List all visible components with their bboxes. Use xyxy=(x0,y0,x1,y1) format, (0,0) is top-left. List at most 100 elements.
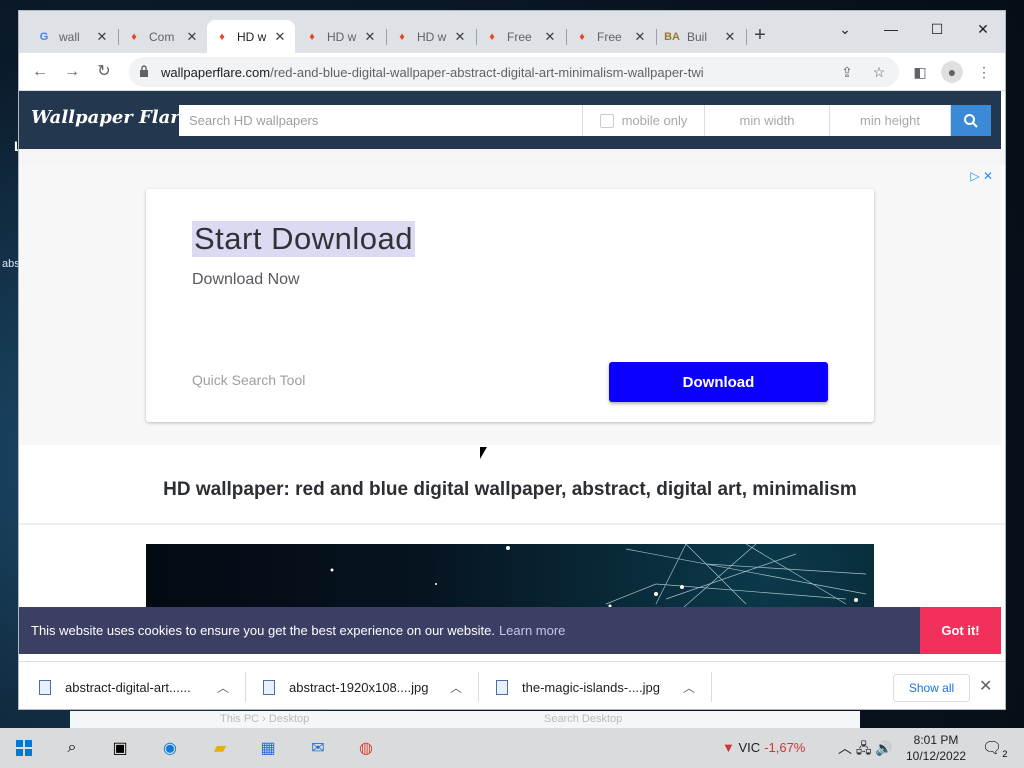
tab-3[interactable]: ♦ HD w ✕ xyxy=(297,20,385,53)
tab-title: HD w xyxy=(327,29,357,44)
cookie-message: This website uses cookies to ensure you … xyxy=(31,623,565,638)
tab-4[interactable]: ♦ HD w ✕ xyxy=(387,20,475,53)
close-tab-icon[interactable]: ✕ xyxy=(543,29,557,45)
tab-5[interactable]: ♦ Free ✕ xyxy=(477,20,565,53)
flame-icon: ♦ xyxy=(579,30,585,43)
system-tray[interactable]: ︿ 🖧 🔊 xyxy=(838,738,893,762)
site-logo[interactable]: Wallpaper Flare xyxy=(31,107,191,128)
tab-title: Buil xyxy=(687,29,708,44)
search-icon xyxy=(964,113,978,128)
url-host: wallpaperflare.com xyxy=(161,65,271,80)
address-bar[interactable]: wallpaperflare.com/red-and-blue-digital-… xyxy=(129,57,899,87)
close-window-button[interactable]: ✕ xyxy=(971,17,995,41)
tab-title: wall xyxy=(59,29,80,44)
close-tab-icon[interactable]: ✕ xyxy=(453,29,467,45)
chevron-up-icon[interactable]: ︿ xyxy=(683,679,695,696)
site-header: Wallpaper Flare Search HD wallpapers mob… xyxy=(19,91,1001,149)
trend-icon: ▼ xyxy=(722,740,735,755)
advertisement: ▷ ✕ Start Download Download Now Quick Se… xyxy=(19,165,1001,445)
stock-symbol: VIC xyxy=(738,740,761,755)
search-icon[interactable]: ⌕ xyxy=(60,736,84,760)
search-button[interactable] xyxy=(951,105,991,136)
accept-cookies-button[interactable]: Got it! xyxy=(920,607,1001,654)
profile-avatar-icon[interactable]: ● xyxy=(941,61,963,83)
checkbox-icon[interactable] xyxy=(599,113,614,128)
ad-card[interactable]: Start Download Download Now Quick Search… xyxy=(146,189,874,422)
tab-2-active[interactable]: ♦ HD w ✕ xyxy=(207,20,295,53)
image-file-icon xyxy=(39,679,51,695)
download-item-2[interactable]: the-magic-islands-....jpg xyxy=(496,662,706,709)
image-file-icon xyxy=(496,679,508,695)
page-title: HD wallpaper: red and blue digital wallp… xyxy=(163,479,857,500)
minimize-button[interactable]: — xyxy=(879,17,903,41)
min-height-input[interactable]: min height xyxy=(830,105,951,136)
learn-more-link[interactable]: Learn more xyxy=(499,623,565,638)
close-tab-icon[interactable]: ✕ xyxy=(633,29,647,45)
search-input[interactable]: Search HD wallpapers xyxy=(179,105,583,136)
file-explorer-icon[interactable]: ▰ xyxy=(208,736,232,760)
edge-icon[interactable]: ◉ xyxy=(158,736,182,760)
tab-7[interactable]: BA Buil ✕ xyxy=(657,20,745,53)
close-tab-icon[interactable]: ✕ xyxy=(185,29,199,45)
ad-tool-text: Quick Search Tool xyxy=(192,372,306,388)
clock-date: 10/12/2022 xyxy=(906,749,967,763)
adchoices-icon[interactable]: ▷ xyxy=(970,169,979,183)
close-tab-icon[interactable]: ✕ xyxy=(363,29,377,45)
explorer-location: This PC › Desktop xyxy=(220,713,310,725)
chevron-up-icon[interactable]: ︿ xyxy=(217,679,229,696)
forward-icon[interactable]: → xyxy=(61,61,83,83)
close-tab-icon[interactable]: ✕ xyxy=(95,29,109,45)
tab-0[interactable]: G wall ✕ xyxy=(29,20,117,53)
network-icon[interactable]: 🖧 xyxy=(856,740,872,756)
tab-strip: G wall ✕ ♦ Com ✕ ♦ HD w ✕ ♦ HD w ✕ ♦ HD … xyxy=(19,11,1005,53)
ad-choices[interactable]: ▷ ✕ xyxy=(970,169,993,183)
download-item-1[interactable]: abstract-1920x108....jpg xyxy=(263,662,473,709)
background-explorer-window[interactable]: This PC › Desktop Search Desktop xyxy=(70,711,860,728)
mobile-only-toggle[interactable]: mobile only xyxy=(583,105,705,136)
chevron-up-icon[interactable]: ︿ xyxy=(450,679,462,696)
store-icon[interactable]: ▦ xyxy=(256,736,280,760)
min-width-input[interactable]: min width xyxy=(705,105,830,136)
show-all-downloads-button[interactable]: Show all xyxy=(893,674,970,702)
back-icon[interactable]: ← xyxy=(29,61,51,83)
download-filename: the-magic-islands-....jpg xyxy=(522,679,660,695)
explorer-search: Search Desktop xyxy=(544,713,623,725)
bookmark-star-icon[interactable]: ☆ xyxy=(869,62,889,82)
url-path: /red-and-blue-digital-wallpaper-abstract… xyxy=(270,65,704,80)
close-ad-icon[interactable]: ✕ xyxy=(983,169,993,183)
menu-kebab-icon[interactable]: ⋮ xyxy=(973,61,995,83)
side-panel-icon[interactable]: ◧ xyxy=(909,61,931,83)
close-tab-icon[interactable]: ✕ xyxy=(273,29,287,45)
mail-icon[interactable]: ✉ xyxy=(306,736,330,760)
tab-search-icon[interactable]: ⌄ xyxy=(833,17,857,41)
lock-icon xyxy=(140,65,148,77)
clock-time: 8:01 PM xyxy=(913,733,959,747)
tab-1[interactable]: ♦ Com ✕ xyxy=(119,20,207,53)
chrome-icon[interactable]: ◍ xyxy=(354,736,378,760)
cookie-text: This website uses cookies to ensure you … xyxy=(31,623,495,638)
chevron-up-icon[interactable]: ︿ xyxy=(838,740,852,756)
download-item-0[interactable]: abstract-digital-art...... xyxy=(39,662,239,709)
maximize-button[interactable]: ☐ xyxy=(925,17,949,41)
tab-6[interactable]: ♦ Free ✕ xyxy=(567,20,655,53)
notification-center-icon[interactable]: 🗨2 xyxy=(982,738,1007,759)
new-tab-button[interactable]: + xyxy=(749,25,771,47)
task-view-icon[interactable]: ▣ xyxy=(108,736,132,760)
close-tab-icon[interactable]: ✕ xyxy=(723,29,737,45)
download-filename: abstract-1920x108....jpg xyxy=(289,679,429,695)
volume-icon[interactable]: 🔊 xyxy=(875,740,892,756)
tab-title: HD w xyxy=(237,29,267,44)
flame-icon: ♦ xyxy=(219,30,225,43)
share-icon[interactable]: ⇪ xyxy=(837,62,857,82)
browser-window: G wall ✕ ♦ Com ✕ ♦ HD w ✕ ♦ HD w ✕ ♦ HD … xyxy=(18,10,1006,710)
cookie-banner: This website uses cookies to ensure you … xyxy=(19,607,1001,654)
stock-widget[interactable]: ▼ VIC -1,67% xyxy=(722,740,805,755)
windows-start-icon[interactable] xyxy=(12,736,36,760)
download-shelf: abstract-digital-art...... ︿ abstract-19… xyxy=(19,661,1005,709)
reload-icon[interactable]: ↻ xyxy=(93,61,115,83)
close-shelf-icon[interactable]: ✕ xyxy=(979,676,992,696)
clock[interactable]: 8:01 PM 10/12/2022 xyxy=(906,732,966,764)
header-spacer xyxy=(19,149,1005,165)
google-icon: G xyxy=(39,30,49,43)
ad-download-button[interactable]: Download xyxy=(609,362,828,402)
